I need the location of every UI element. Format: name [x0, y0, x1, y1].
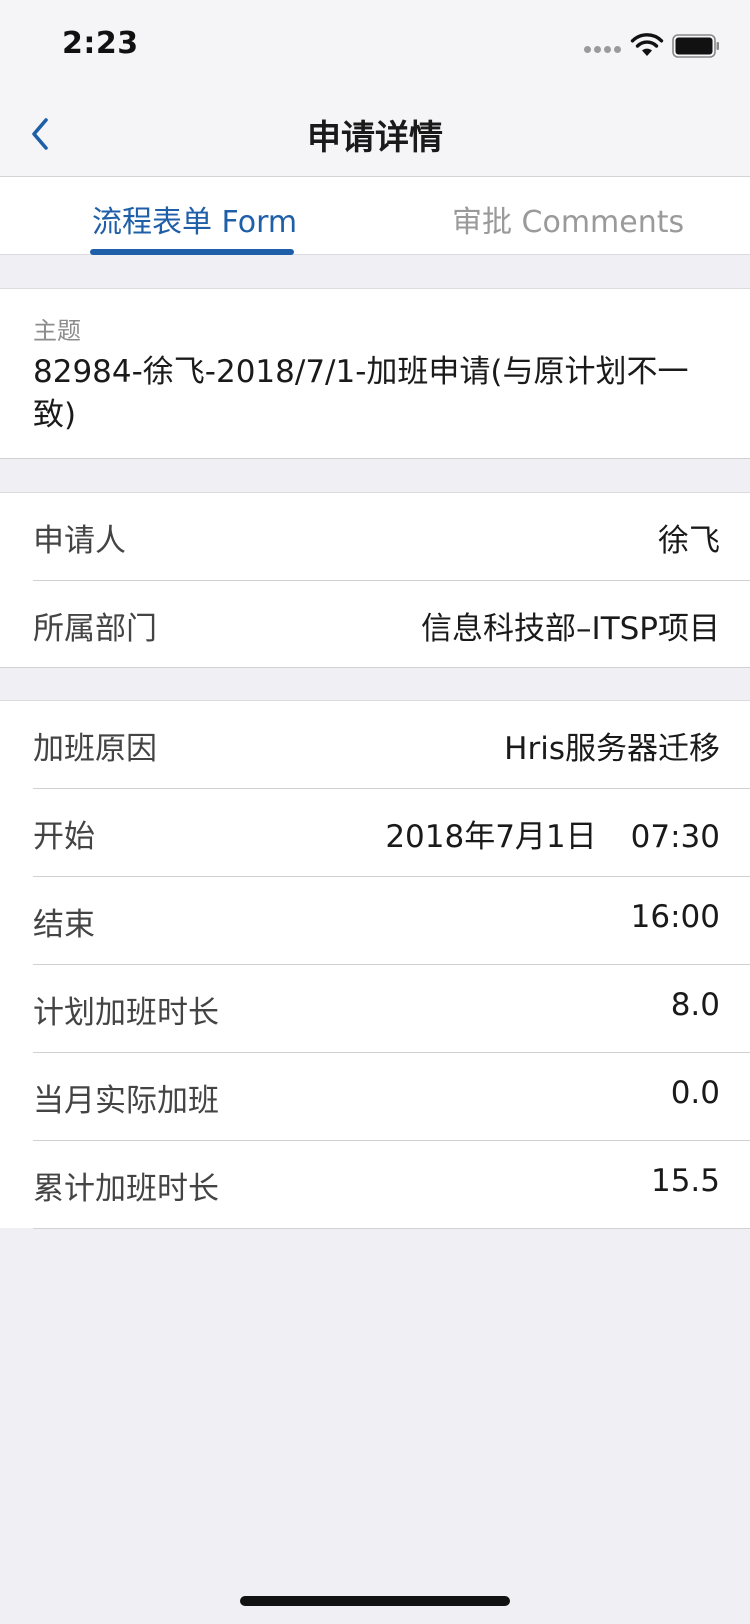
applicant-label: 申请人	[33, 523, 126, 559]
cumulative-hours-value: 15.5	[650, 1163, 720, 1199]
navigation-bar: 申请详情	[0, 92, 750, 177]
planned-hours-row: 计划加班时长 8.0	[0, 965, 750, 1053]
applicant-value: 徐飞	[658, 523, 720, 559]
month-actual-value: 0.0	[670, 1075, 720, 1111]
screen: 2:23 申请详情 流程表单 Form 审批 Comments 主题 82984…	[0, 0, 750, 1624]
overtime-group: 加班原因 Hris服务器迁移 开始 2018年7月1日 07:30 结束 16:0…	[0, 700, 750, 1229]
battery-icon	[672, 34, 719, 58]
applicant-row: 申请人 徐飞	[0, 493, 750, 581]
reason-label: 加班原因	[33, 731, 157, 767]
month-actual-row: 当月实际加班 0.0	[0, 1053, 750, 1141]
start-date: 2018年7月1日	[385, 819, 597, 855]
reason-row: 加班原因 Hris服务器迁移	[0, 701, 750, 789]
row-divider	[33, 1228, 750, 1229]
start-row: 开始 2018年7月1日 07:30	[0, 789, 750, 877]
applicant-group: 申请人 徐飞 所属部门 信息科技部–ITSP项目	[0, 492, 750, 668]
active-tab-indicator	[90, 249, 294, 255]
tab-bar: 流程表单 Form 审批 Comments	[0, 177, 750, 255]
cumulative-hours-label: 累计加班时长	[33, 1171, 219, 1207]
status-time: 2:23	[62, 26, 139, 61]
cumulative-hours-row: 累计加班时长 15.5	[0, 1141, 750, 1229]
home-indicator[interactable]	[240, 1596, 510, 1606]
subject-label: 主题	[33, 317, 81, 345]
subject-card: 主题 82984-徐飞-2018/7/1-加班申请(与原计划不一致)	[0, 288, 750, 459]
wifi-icon	[630, 33, 664, 56]
end-row: 结束 16:00	[0, 877, 750, 965]
page-title: 申请详情	[307, 118, 443, 158]
start-time: 07:30	[630, 819, 720, 855]
planned-hours-label: 计划加班时长	[33, 995, 219, 1031]
tab-form[interactable]: 流程表单 Form	[92, 197, 297, 241]
month-actual-label: 当月实际加班	[33, 1083, 219, 1119]
department-label: 所属部门	[33, 611, 157, 647]
end-label: 结束	[33, 907, 95, 943]
subject-value: 82984-徐飞-2018/7/1-加班申请(与原计划不一致)	[33, 354, 689, 433]
start-label: 开始	[33, 819, 95, 855]
department-value: 信息科技部–ITSP项目	[421, 611, 720, 647]
status-bar: 2:23	[0, 0, 750, 92]
reason-value: Hris服务器迁移	[504, 731, 720, 767]
tab-comments[interactable]: 审批 Comments	[452, 197, 684, 241]
department-row: 所属部门 信息科技部–ITSP项目	[0, 581, 750, 669]
start-value: 2018年7月1日 07:30	[385, 811, 720, 856]
signal-dots-icon	[584, 46, 624, 54]
planned-hours-value: 8.0	[670, 987, 720, 1023]
end-value: 16:00	[630, 899, 720, 935]
